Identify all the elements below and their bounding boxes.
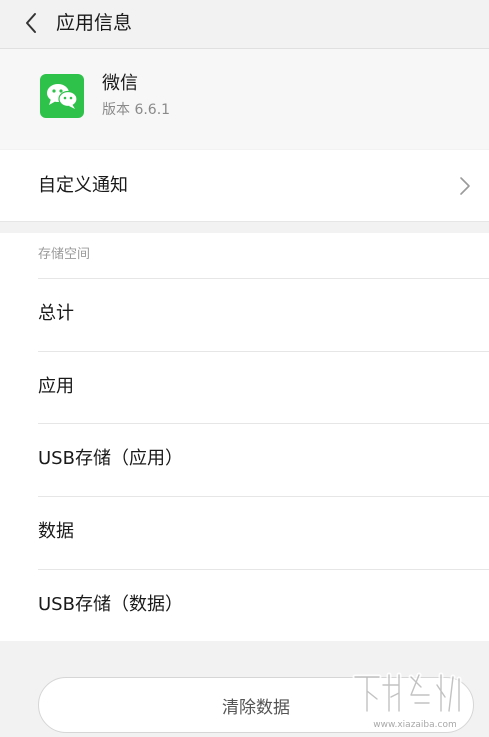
top-bar: 应用信息 (0, 0, 489, 49)
storage-row-usb-app: USB存储（应用） (0, 423, 489, 495)
app-header: 微信 版本 6.6.1 (0, 49, 489, 149)
divider (38, 569, 489, 570)
divider (38, 496, 489, 497)
storage-row-label: 应用 (38, 376, 74, 397)
chevron-left-icon (26, 13, 36, 33)
storage-row-label: USB存储（应用） (38, 448, 183, 469)
storage-section-header: 存储空间 (38, 247, 91, 262)
storage-row-app: 应用 (0, 351, 489, 423)
storage-row-usb-data: USB存储（数据） (0, 569, 489, 641)
page-title: 应用信息 (56, 12, 133, 34)
divider (38, 278, 489, 279)
storage-row-label: USB存储（数据） (38, 594, 183, 615)
custom-notification-row[interactable]: 自定义通知 (0, 150, 489, 222)
storage-row-label: 总计 (38, 303, 74, 324)
divider (38, 351, 489, 352)
storage-row-label: 数据 (38, 521, 74, 542)
app-version: 版本 6.6.1 (102, 102, 171, 118)
custom-notification-label: 自定义通知 (38, 175, 128, 196)
back-button[interactable] (14, 6, 48, 40)
download-site-watermark: www.xiazaiba.com (352, 672, 462, 730)
app-name: 微信 (102, 73, 138, 94)
storage-row-data: 数据 (0, 496, 489, 568)
storage-row-total: 总计 (0, 278, 489, 350)
storage-section: 存储空间 总计 应用 USB存储（应用） 数据 USB存储（数据） (0, 233, 489, 641)
watermark-text: www.xiazaiba.com (373, 720, 457, 730)
divider (38, 423, 489, 424)
wechat-icon (40, 74, 84, 118)
chevron-right-icon (460, 177, 470, 195)
